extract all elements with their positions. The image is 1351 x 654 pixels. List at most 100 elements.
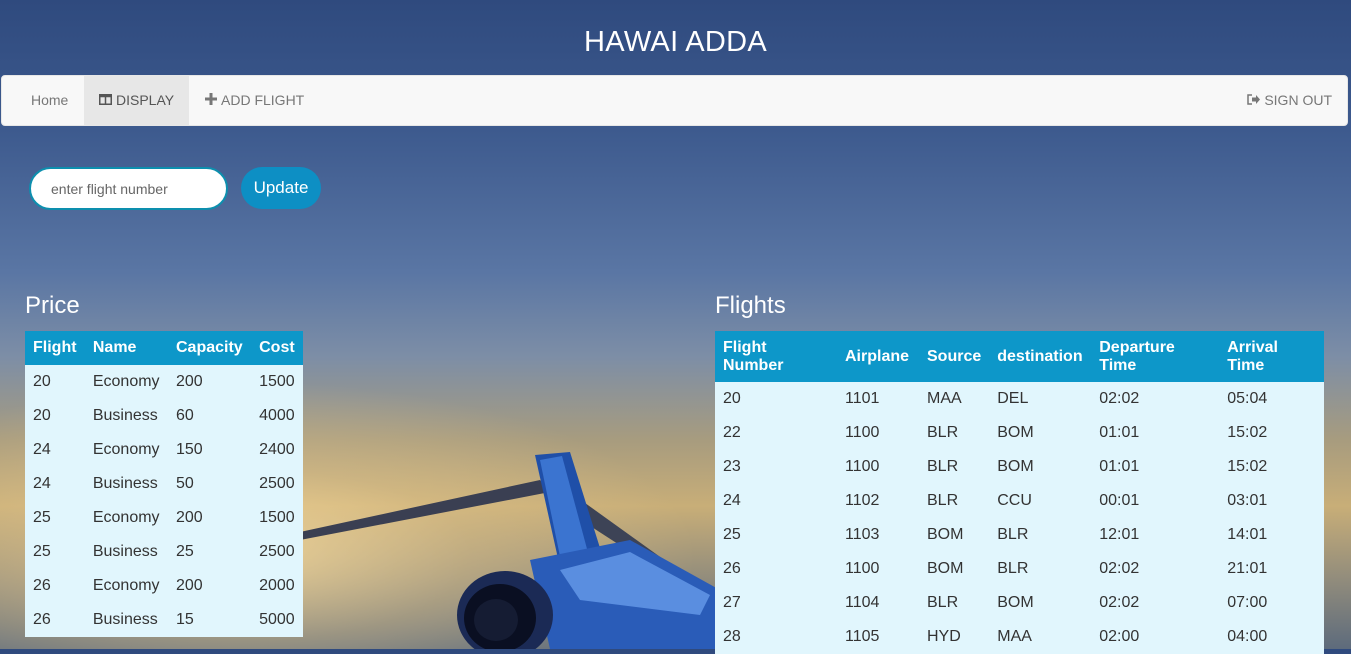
column-header: destination	[989, 331, 1092, 382]
table-cell: DEL	[989, 382, 1092, 416]
table-row: 26 Business 15 5000	[25, 603, 303, 637]
table-cell: 24	[715, 484, 837, 518]
nav-add-flight-label: ADD FLIGHT	[221, 92, 305, 108]
flight-number-input[interactable]	[29, 167, 228, 210]
table-cell: 1100	[837, 416, 919, 450]
table-cell: CCU	[989, 484, 1092, 518]
table-cell: 50	[167, 467, 252, 501]
columns-icon	[99, 76, 112, 125]
table-header-row: Flight Number Airplane Source destinatio…	[715, 331, 1324, 382]
table-cell: 22	[715, 416, 837, 450]
table-cell: 01:01	[1091, 450, 1220, 484]
table-cell: 2500	[251, 467, 303, 501]
column-header: Flight Number	[715, 331, 837, 382]
table-cell: BLR	[919, 416, 990, 450]
table-cell: BLR	[989, 518, 1092, 552]
table-cell: 200	[167, 365, 252, 399]
table-cell: 02:02	[1091, 382, 1220, 416]
nav-add-flight-link[interactable]: ADD FLIGHT	[190, 76, 319, 125]
table-cell: 26	[25, 603, 85, 637]
table-row: 22 1100 BLR BOM 01:01 15:02	[715, 416, 1324, 450]
table-cell: 21:01	[1219, 552, 1324, 586]
table-cell: BOM	[989, 586, 1092, 620]
table-row: 25 1103 BOM BLR 12:01 14:01	[715, 518, 1324, 552]
column-header: Airplane	[837, 331, 919, 382]
column-header: Cost	[251, 331, 303, 365]
table-cell: 15	[167, 603, 252, 637]
flights-table: Flight Number Airplane Source destinatio…	[715, 331, 1324, 654]
table-cell: 27	[715, 586, 837, 620]
table-cell: 15:02	[1219, 416, 1324, 450]
table-cell: Economy	[84, 365, 168, 399]
table-cell: 01:01	[1091, 416, 1220, 450]
column-header: Capacity	[167, 331, 252, 365]
column-header: Flight	[25, 331, 85, 365]
table-row: 26 Economy 200 2000	[25, 569, 303, 603]
table-cell: 25	[167, 535, 252, 569]
nav-sign-out-link[interactable]: SIGN OUT	[1232, 76, 1347, 125]
update-button[interactable]: Update	[241, 167, 321, 209]
table-cell: 150	[167, 433, 252, 467]
sign-out-icon	[1247, 76, 1261, 125]
table-cell: 07:00	[1219, 586, 1324, 620]
nav-home-link[interactable]: Home	[2, 76, 83, 125]
table-cell: BLR	[919, 484, 990, 518]
table-cell: 05:04	[1219, 382, 1324, 416]
table-cell: 14:01	[1219, 518, 1324, 552]
table-cell: Economy	[84, 569, 168, 603]
table-cell: Business	[84, 399, 168, 433]
table-cell: BLR	[989, 552, 1092, 586]
table-row: 25 Business 25 2500	[25, 535, 303, 569]
table-cell: BOM	[919, 552, 990, 586]
price-section-title: Price	[25, 292, 80, 319]
table-cell: 25	[715, 518, 837, 552]
table-cell: Business	[84, 603, 168, 637]
table-header-row: Flight Name Capacity Cost	[25, 331, 303, 365]
table-cell: Economy	[84, 433, 168, 467]
nav-display-link[interactable]: DISPLAY	[84, 76, 190, 125]
table-cell: 20	[25, 399, 85, 433]
table-row: 20 Economy 200 1500	[25, 365, 303, 399]
table-cell: 24	[25, 433, 85, 467]
airplane-image	[300, 440, 720, 654]
table-cell: 02:02	[1091, 552, 1220, 586]
table-cell: BOM	[989, 450, 1092, 484]
page-title: HAWAI ADDA	[584, 26, 767, 58]
table-cell: 23	[715, 450, 837, 484]
table-cell: 26	[715, 552, 837, 586]
column-header: Source	[919, 331, 990, 382]
table-cell: 25	[25, 501, 85, 535]
column-header: Name	[84, 331, 168, 365]
table-cell: 1100	[837, 450, 919, 484]
table-cell: 200	[167, 501, 252, 535]
table-row: 26 1100 BOM BLR 02:02 21:01	[715, 552, 1324, 586]
table-cell: 2400	[251, 433, 303, 467]
table-row: 24 Economy 150 2400	[25, 433, 303, 467]
table-cell: 00:01	[1091, 484, 1220, 518]
table-cell: Business	[84, 467, 168, 501]
plus-icon	[205, 76, 217, 125]
table-cell: 20	[25, 365, 85, 399]
table-row: 20 1101 MAA DEL 02:02 05:04	[715, 382, 1324, 416]
table-row: 23 1100 BLR BOM 01:01 15:02	[715, 450, 1324, 484]
table-cell: 1100	[837, 552, 919, 586]
table-cell: 20	[715, 382, 837, 416]
navbar: Home DISPLAY ADD FLIGHT SIGN OUT	[1, 75, 1348, 126]
table-cell: 03:01	[1219, 484, 1324, 518]
price-table: Flight Name Capacity Cost 20 Economy 200 15…	[25, 331, 303, 637]
column-header: Departure Time	[1091, 331, 1220, 382]
nav-sign-out-label: SIGN OUT	[1264, 92, 1332, 108]
table-cell: 200	[167, 569, 252, 603]
table-cell: 24	[25, 467, 85, 501]
table-cell: 2000	[251, 569, 303, 603]
table-cell: MAA	[919, 382, 990, 416]
table-cell: 02:02	[1091, 586, 1220, 620]
table-cell: BLR	[919, 450, 990, 484]
table-cell: BOM	[989, 416, 1092, 450]
table-cell: 1104	[837, 586, 919, 620]
table-cell: 1101	[837, 382, 919, 416]
table-cell: 1103	[837, 518, 919, 552]
table-cell: 60	[167, 399, 252, 433]
table-cell: BLR	[919, 586, 990, 620]
table-row: 24 1102 BLR CCU 00:01 03:01	[715, 484, 1324, 518]
